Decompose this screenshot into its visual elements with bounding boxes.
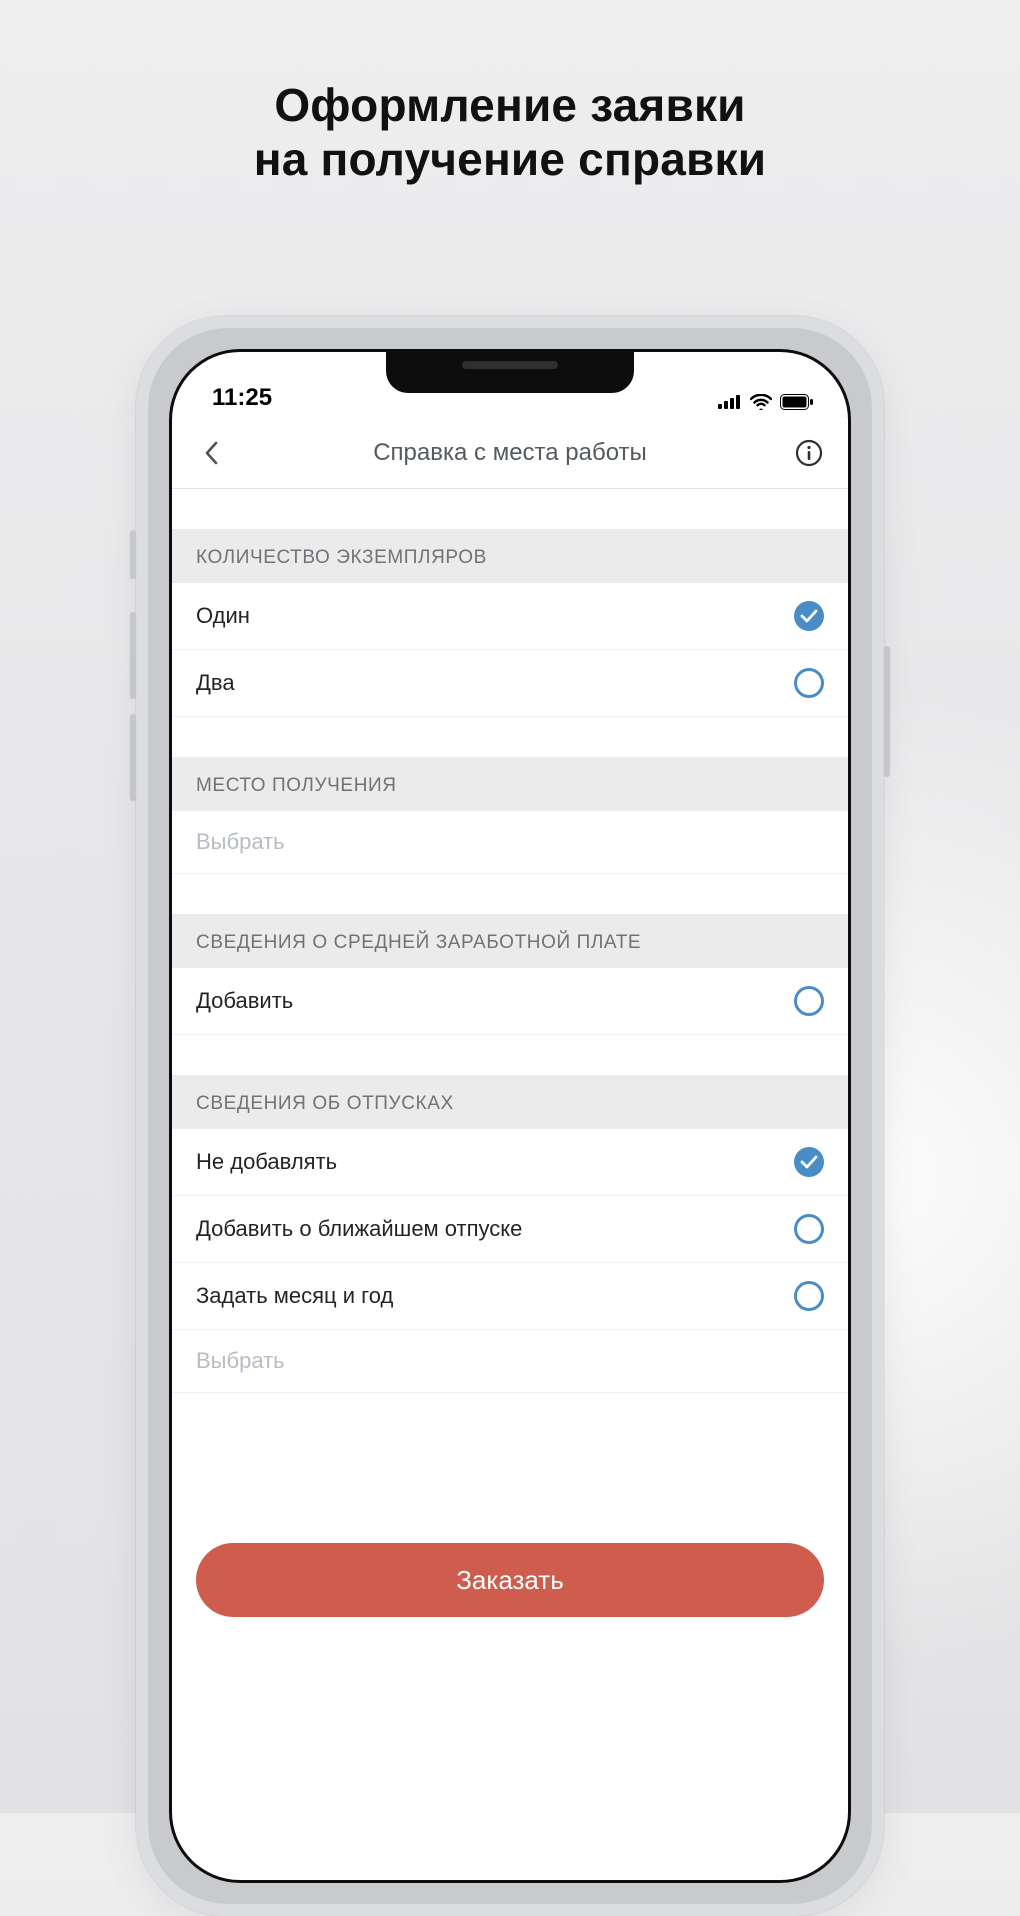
phone-earpiece [462, 361, 558, 369]
side-button [130, 612, 136, 698]
option-row-add-salary[interactable]: Добавить [172, 968, 848, 1035]
radio-unchecked-icon [794, 1281, 824, 1311]
side-button [130, 530, 136, 578]
wifi-icon [750, 394, 772, 410]
promo-line-2: на получение справки [0, 132, 1020, 186]
info-button[interactable] [794, 438, 824, 468]
radio-checked-icon [794, 601, 824, 631]
order-button-label: Заказать [456, 1565, 564, 1596]
select-placeholder: Выбрать [196, 1348, 285, 1374]
phone-screen: 11:25 Справка с места работы [172, 352, 848, 1880]
option-label: Задать месяц и год [196, 1283, 393, 1309]
section-header-salary: СВЕДЕНИЯ О СРЕДНЕЙ ЗАРАБОТНОЙ ПЛАТЕ [172, 914, 848, 968]
navbar-title: Справка с места работы [172, 439, 848, 467]
option-label: Один [196, 603, 250, 629]
option-label: Два [196, 670, 235, 696]
info-icon [795, 439, 823, 467]
option-label: Добавить [196, 988, 293, 1014]
navbar: Справка с места работы [172, 418, 848, 488]
chevron-left-icon [204, 441, 218, 465]
cellular-icon [718, 395, 742, 409]
section-header-copies: КОЛИЧЕСТВО ЭКЗЕМПЛЯРОВ [172, 529, 848, 583]
option-row-one[interactable]: Один [172, 583, 848, 650]
section-header-vacation: СВЕДЕНИЯ ОБ ОТПУСКАХ [172, 1075, 848, 1129]
radio-unchecked-icon [794, 668, 824, 698]
section-header-pickup: МЕСТО ПОЛУЧЕНИЯ [172, 757, 848, 811]
status-time: 11:25 [212, 384, 272, 412]
option-label: Добавить о ближайшем отпуске [196, 1216, 522, 1242]
pickup-select[interactable]: Выбрать [172, 811, 848, 874]
promo-title: Оформление заявки на получение справки [0, 78, 1020, 187]
option-row-vacation-next[interactable]: Добавить о ближайшем отпуске [172, 1196, 848, 1263]
back-button[interactable] [196, 438, 226, 468]
option-row-vacation-none[interactable]: Не добавлять [172, 1129, 848, 1196]
vacation-date-select[interactable]: Выбрать [172, 1330, 848, 1393]
side-button [130, 714, 136, 800]
form-content: КОЛИЧЕСТВО ЭКЗЕМПЛЯРОВ Один Два МЕСТО ПО… [172, 489, 848, 1617]
radio-unchecked-icon [794, 986, 824, 1016]
phone-device: 11:25 Справка с места работы [136, 316, 884, 1916]
phone-notch [386, 352, 634, 393]
radio-checked-icon [794, 1147, 824, 1177]
promo-line-1: Оформление заявки [0, 78, 1020, 132]
order-button[interactable]: Заказать [196, 1543, 824, 1617]
radio-unchecked-icon [794, 1214, 824, 1244]
select-placeholder: Выбрать [196, 829, 285, 855]
option-row-vacation-custom[interactable]: Задать месяц и год [172, 1263, 848, 1330]
option-row-two[interactable]: Два [172, 650, 848, 717]
option-label: Не добавлять [196, 1149, 337, 1175]
battery-icon [780, 394, 814, 410]
side-button [884, 646, 890, 776]
status-icons [718, 394, 814, 412]
